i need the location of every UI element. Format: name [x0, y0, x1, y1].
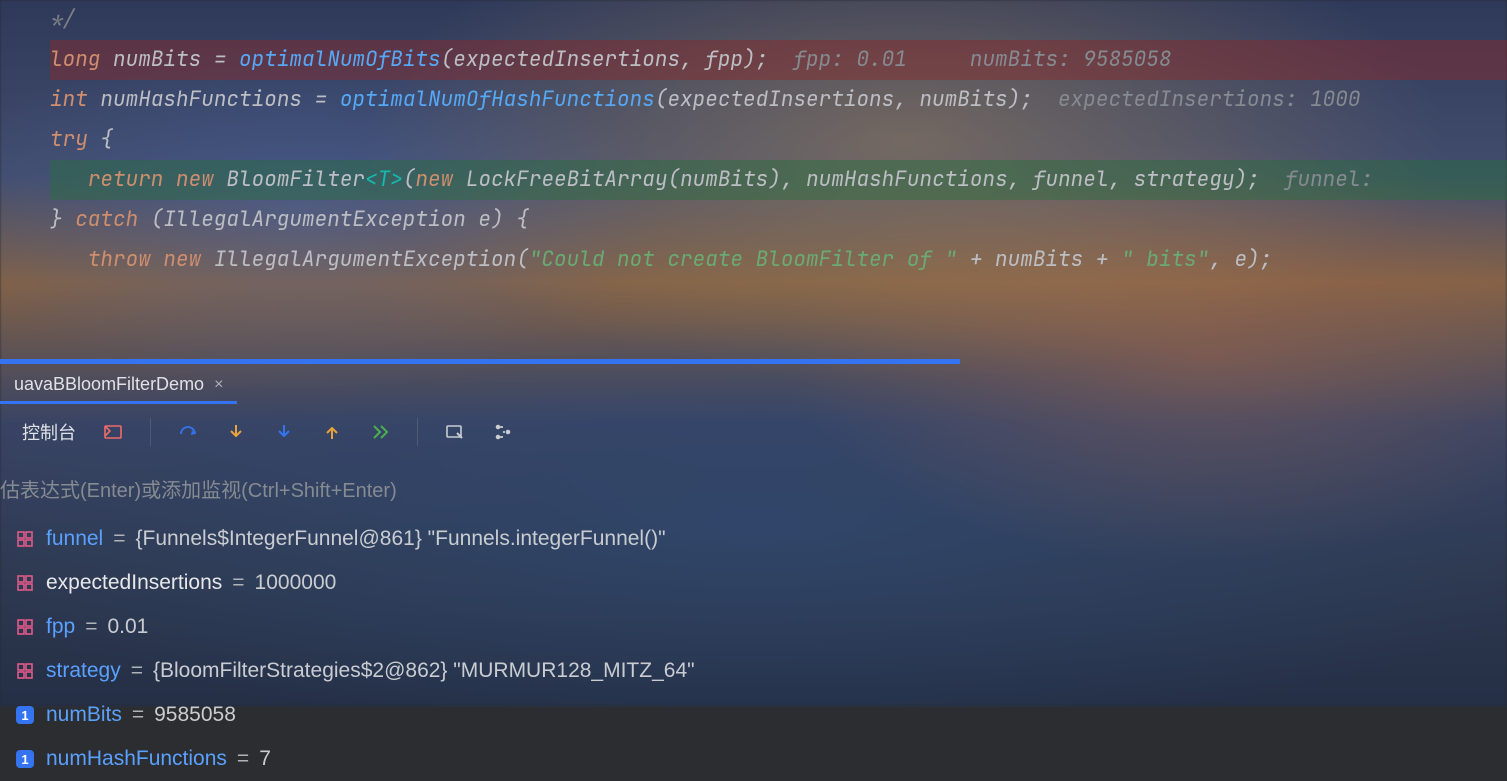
debug-tab-active[interactable]: uavaBBloomFilterDemo ×	[0, 368, 237, 404]
primitive-var-icon: 1	[14, 704, 36, 726]
debug-toolbar: 控制台	[0, 404, 1507, 464]
comment-close: */	[50, 6, 75, 33]
variable-value: {Funnels$IntegerFunnel@861} "Funnels.int…	[135, 527, 665, 551]
trace-current-stream-chain-icon[interactable]	[492, 421, 514, 443]
layout-icon[interactable]	[102, 421, 124, 443]
variable-row[interactable]: fpp = 0.01	[10, 605, 1507, 649]
evaluate-expression-icon[interactable]	[444, 421, 466, 443]
object-var-icon	[14, 616, 36, 638]
code-line: int numHashFunctions = optimalNumOfHashF…	[50, 80, 1507, 120]
variable-value: 9585058	[154, 703, 236, 727]
inline-hint: fpp: 0.01 numBits: 9585058	[768, 46, 1171, 73]
variable-name: fpp	[46, 615, 75, 639]
variable-value: 0.01	[107, 615, 148, 639]
run-to-cursor-icon[interactable]	[369, 421, 391, 443]
inline-hint: expectedInsertions: 1000	[1033, 86, 1361, 113]
code-line: try {	[50, 120, 1507, 160]
expression-placeholder: 估表达式(Enter)或添加监视(Ctrl+Shift+Enter)	[0, 480, 397, 502]
variable-row[interactable]: 1 numHashFunctions = 7	[10, 737, 1507, 781]
variable-row[interactable]: expectedInsertions = 1000000	[10, 561, 1507, 605]
variable-name: strategy	[46, 659, 121, 683]
variable-value: 1000000	[255, 571, 337, 595]
variable-row[interactable]: funnel = {Funnels$IntegerFunnel@861} "Fu…	[10, 517, 1507, 561]
variables-panel[interactable]: funnel = {Funnels$IntegerFunnel@861} "Fu…	[0, 513, 1507, 781]
step-out-icon[interactable]	[321, 421, 343, 443]
primitive-var-icon: 1	[14, 748, 36, 770]
variable-separator: =	[131, 659, 143, 683]
tab-label: uavaBBloomFilterDemo	[14, 374, 204, 395]
console-tab-label[interactable]: 控制台	[22, 419, 76, 445]
evaluate-expression-input[interactable]: 估表达式(Enter)或添加监视(Ctrl+Shift+Enter)	[0, 464, 1507, 513]
code-line: throw new IllegalArgumentException("Coul…	[50, 240, 1507, 360]
variable-row[interactable]: strategy = {BloomFilterStrategies$2@862}…	[10, 649, 1507, 693]
variable-name: numBits	[46, 703, 122, 727]
close-icon[interactable]: ×	[214, 376, 223, 394]
force-step-into-icon[interactable]	[273, 421, 295, 443]
toolbar-separator	[150, 418, 151, 446]
variable-value: 7	[259, 747, 271, 771]
variable-separator: =	[237, 747, 249, 771]
inline-hint: funnel:	[1260, 166, 1373, 193]
step-over-icon[interactable]	[177, 421, 199, 443]
toolbar-separator	[417, 418, 418, 446]
object-var-icon	[14, 572, 36, 594]
variable-name: expectedInsertions	[46, 571, 222, 595]
execution-progress-bar	[0, 359, 960, 364]
variable-separator: =	[113, 527, 125, 551]
variable-separator: =	[85, 615, 97, 639]
variable-separator: =	[232, 571, 244, 595]
step-into-icon[interactable]	[225, 421, 247, 443]
object-var-icon	[14, 528, 36, 550]
variable-name: numHashFunctions	[46, 747, 227, 771]
code-line: } catch (IllegalArgumentException e) {	[50, 200, 1507, 240]
variable-separator: =	[132, 703, 144, 727]
code-editor[interactable]: */ long numBits = optimalNumOfBits(expec…	[0, 0, 1507, 360]
variable-row[interactable]: 1 numBits = 9585058	[10, 693, 1507, 737]
object-var-icon	[14, 660, 36, 682]
variable-name: funnel	[46, 527, 103, 551]
code-line-highlight-green: return new BloomFilter<T>(new LockFreeBi…	[50, 160, 1507, 200]
variable-value: {BloomFilterStrategies$2@862} "MURMUR128…	[153, 659, 695, 683]
debug-tab-row: uavaBBloomFilterDemo ×	[0, 368, 1507, 404]
code-line-highlight-red: long numBits = optimalNumOfBits(expected…	[50, 40, 1507, 80]
